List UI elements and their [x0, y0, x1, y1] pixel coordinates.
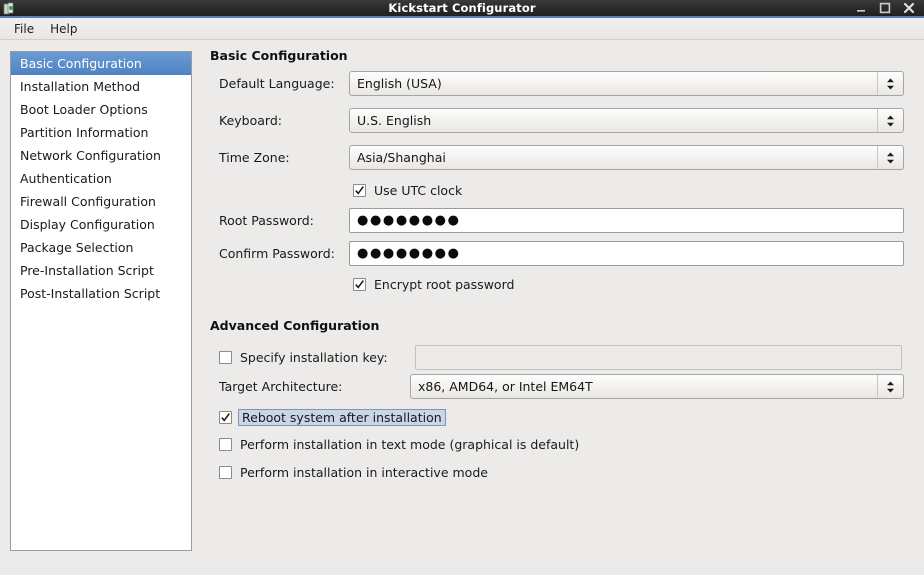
confirm-password-label: Confirm Password: [219, 246, 349, 261]
encrypt-root-password-checkbox[interactable]: Encrypt root password [353, 277, 514, 292]
default-language-select[interactable]: English (USA) [349, 71, 904, 96]
root-password-value: ●●●●●●●● [357, 214, 461, 227]
time-zone-label: Time Zone: [219, 150, 349, 165]
root-password-label: Root Password: [219, 213, 349, 228]
settings-panel: Basic Configuration Default Language: En… [210, 40, 918, 575]
text-mode-label: Perform installation in text mode (graph… [240, 437, 579, 452]
menubar: File Help [0, 18, 924, 40]
advanced-configuration-heading: Advanced Configuration [210, 318, 379, 333]
encrypt-root-password-label: Encrypt root password [374, 277, 514, 292]
sidebar-item-display-configuration[interactable]: Display Configuration [11, 213, 191, 236]
default-language-label: Default Language: [219, 76, 349, 91]
specify-installation-key-label: Specify installation key: [240, 350, 415, 365]
confirm-password-value: ●●●●●●●● [357, 247, 461, 260]
specify-installation-key-row: Specify installation key: [219, 345, 914, 370]
checkbox-checked-icon[interactable] [219, 411, 232, 424]
default-language-row: Default Language: English (USA) [219, 71, 914, 96]
reboot-system-checkbox[interactable]: Reboot system after installation [219, 409, 446, 426]
basic-configuration-heading: Basic Configuration [210, 48, 348, 63]
text-mode-checkbox[interactable]: Perform installation in text mode (graph… [219, 437, 579, 452]
keyboard-value: U.S. English [350, 113, 877, 128]
default-language-value: English (USA) [350, 76, 877, 91]
time-zone-value: Asia/Shanghai [350, 150, 877, 165]
sidebar-item-post-installation-script[interactable]: Post-Installation Script [11, 282, 191, 305]
use-utc-clock-checkbox[interactable]: Use UTC clock [353, 183, 462, 198]
sidebar-item-boot-loader-options[interactable]: Boot Loader Options [11, 98, 191, 121]
sidebar-item-network-configuration[interactable]: Network Configuration [11, 144, 191, 167]
keyboard-label: Keyboard: [219, 113, 349, 128]
chevron-updown-icon [877, 146, 903, 169]
chevron-updown-icon [877, 375, 903, 398]
checkbox-unchecked-icon[interactable] [219, 438, 232, 451]
window-title: Kickstart Configurator [0, 0, 924, 17]
sidebar-item-authentication[interactable]: Authentication [11, 167, 191, 190]
main-area: Basic Configuration Installation Method … [0, 40, 924, 575]
checkbox-unchecked-icon[interactable] [219, 466, 232, 479]
keyboard-row: Keyboard: U.S. English [219, 108, 914, 133]
checkbox-checked-icon[interactable] [353, 278, 366, 291]
sidebar-item-pre-installation-script[interactable]: Pre-Installation Script [11, 259, 191, 282]
window-titlebar: Kickstart Configurator [0, 0, 924, 18]
keyboard-select[interactable]: U.S. English [349, 108, 904, 133]
use-utc-clock-label: Use UTC clock [374, 183, 462, 198]
minimize-icon[interactable] [855, 2, 867, 14]
window-controls [855, 2, 924, 14]
chevron-updown-icon [877, 72, 903, 95]
sidebar-item-basic-configuration[interactable]: Basic Configuration [11, 52, 191, 75]
target-architecture-value: x86, AMD64, or Intel EM64T [411, 379, 877, 394]
sidebar-item-package-selection[interactable]: Package Selection [11, 236, 191, 259]
target-architecture-label: Target Architecture: [219, 379, 410, 394]
menu-item-help[interactable]: Help [42, 20, 85, 38]
installation-key-input[interactable] [415, 345, 902, 370]
checkbox-unchecked-icon[interactable] [219, 351, 232, 364]
interactive-mode-checkbox[interactable]: Perform installation in interactive mode [219, 465, 488, 480]
confirm-password-row: Confirm Password: ●●●●●●●● [219, 241, 914, 266]
kickstart-app-icon [2, 1, 18, 15]
root-password-input[interactable]: ●●●●●●●● [349, 208, 904, 233]
close-icon[interactable] [903, 2, 915, 14]
target-architecture-row: Target Architecture: x86, AMD64, or Inte… [219, 374, 914, 399]
maximize-icon[interactable] [879, 2, 891, 14]
sidebar-item-installation-method[interactable]: Installation Method [11, 75, 191, 98]
checkbox-checked-icon[interactable] [353, 184, 366, 197]
root-password-row: Root Password: ●●●●●●●● [219, 208, 914, 233]
interactive-mode-label: Perform installation in interactive mode [240, 465, 488, 480]
time-zone-select[interactable]: Asia/Shanghai [349, 145, 904, 170]
time-zone-row: Time Zone: Asia/Shanghai [219, 145, 914, 170]
navigation-list[interactable]: Basic Configuration Installation Method … [10, 51, 192, 551]
sidebar-item-partition-information[interactable]: Partition Information [11, 121, 191, 144]
sidebar-item-firewall-configuration[interactable]: Firewall Configuration [11, 190, 191, 213]
reboot-system-label: Reboot system after installation [238, 409, 446, 426]
menu-item-file[interactable]: File [6, 20, 42, 38]
confirm-password-input[interactable]: ●●●●●●●● [349, 241, 904, 266]
target-architecture-select[interactable]: x86, AMD64, or Intel EM64T [410, 374, 904, 399]
chevron-updown-icon [877, 109, 903, 132]
